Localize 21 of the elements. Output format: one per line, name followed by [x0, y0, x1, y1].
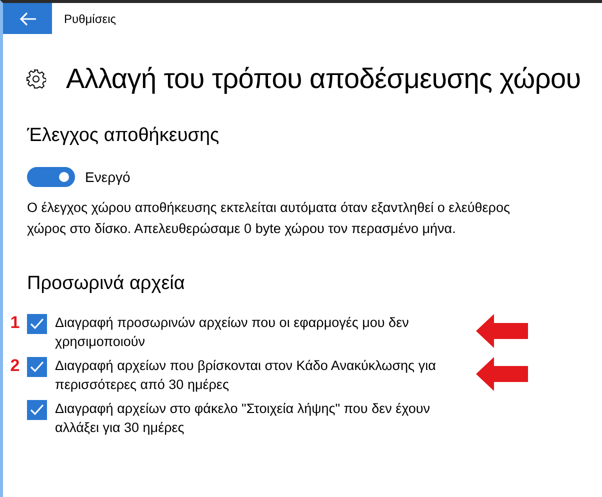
toggle-switch[interactable]: [27, 167, 75, 187]
checkbox-label: Διαγραφή αρχείων που βρίσκονται στον Κάδο Ανακύκλωσης για περισσότερες από 30 ημέρες: [55, 357, 437, 394]
checkbox[interactable]: [27, 314, 47, 334]
section-heading: Προσωρινά αρχεία: [27, 273, 186, 295]
back-button[interactable]: [3, 3, 52, 34]
toggle-label: Ενεργό: [85, 169, 130, 185]
checkbox-label: Διαγραφή προσωρινών αρχείων που οι εφαρμογές μου δεν χρησιμοποιούν: [55, 314, 410, 351]
window-title: Ρυθμίσεις: [64, 12, 116, 26]
page-title: Αλλαγή του τρόπου αποδέσμευσης χώρου: [66, 63, 581, 95]
section-heading: Έλεγχος αποθήκευσης: [27, 125, 220, 147]
checkbox[interactable]: [27, 357, 47, 377]
back-arrow-icon: [20, 12, 36, 26]
check-icon: [30, 318, 44, 330]
description-text: Ο έλεγχος χώρου αποθήκευσης εκτελείται αυτόματα όταν εξαντληθεί ο ελεύθερος χώρος στο δίσκο. Απελευθερώσαμε 0 byte χώρου τον περασμένο μήνα.: [27, 199, 511, 238]
settings-icon: [26, 69, 46, 89]
checkbox-label: Διαγραφή αρχείων στο φάκελο "Στοιχεία λήψης" που δεν έχουν αλλάξει για 30 ημέρες: [55, 400, 431, 437]
annotation-number: 2: [10, 356, 20, 375]
check-icon: [30, 404, 44, 416]
check-icon: [30, 361, 44, 373]
checkbox[interactable]: [27, 400, 47, 420]
annotation-number: 1: [10, 313, 20, 332]
